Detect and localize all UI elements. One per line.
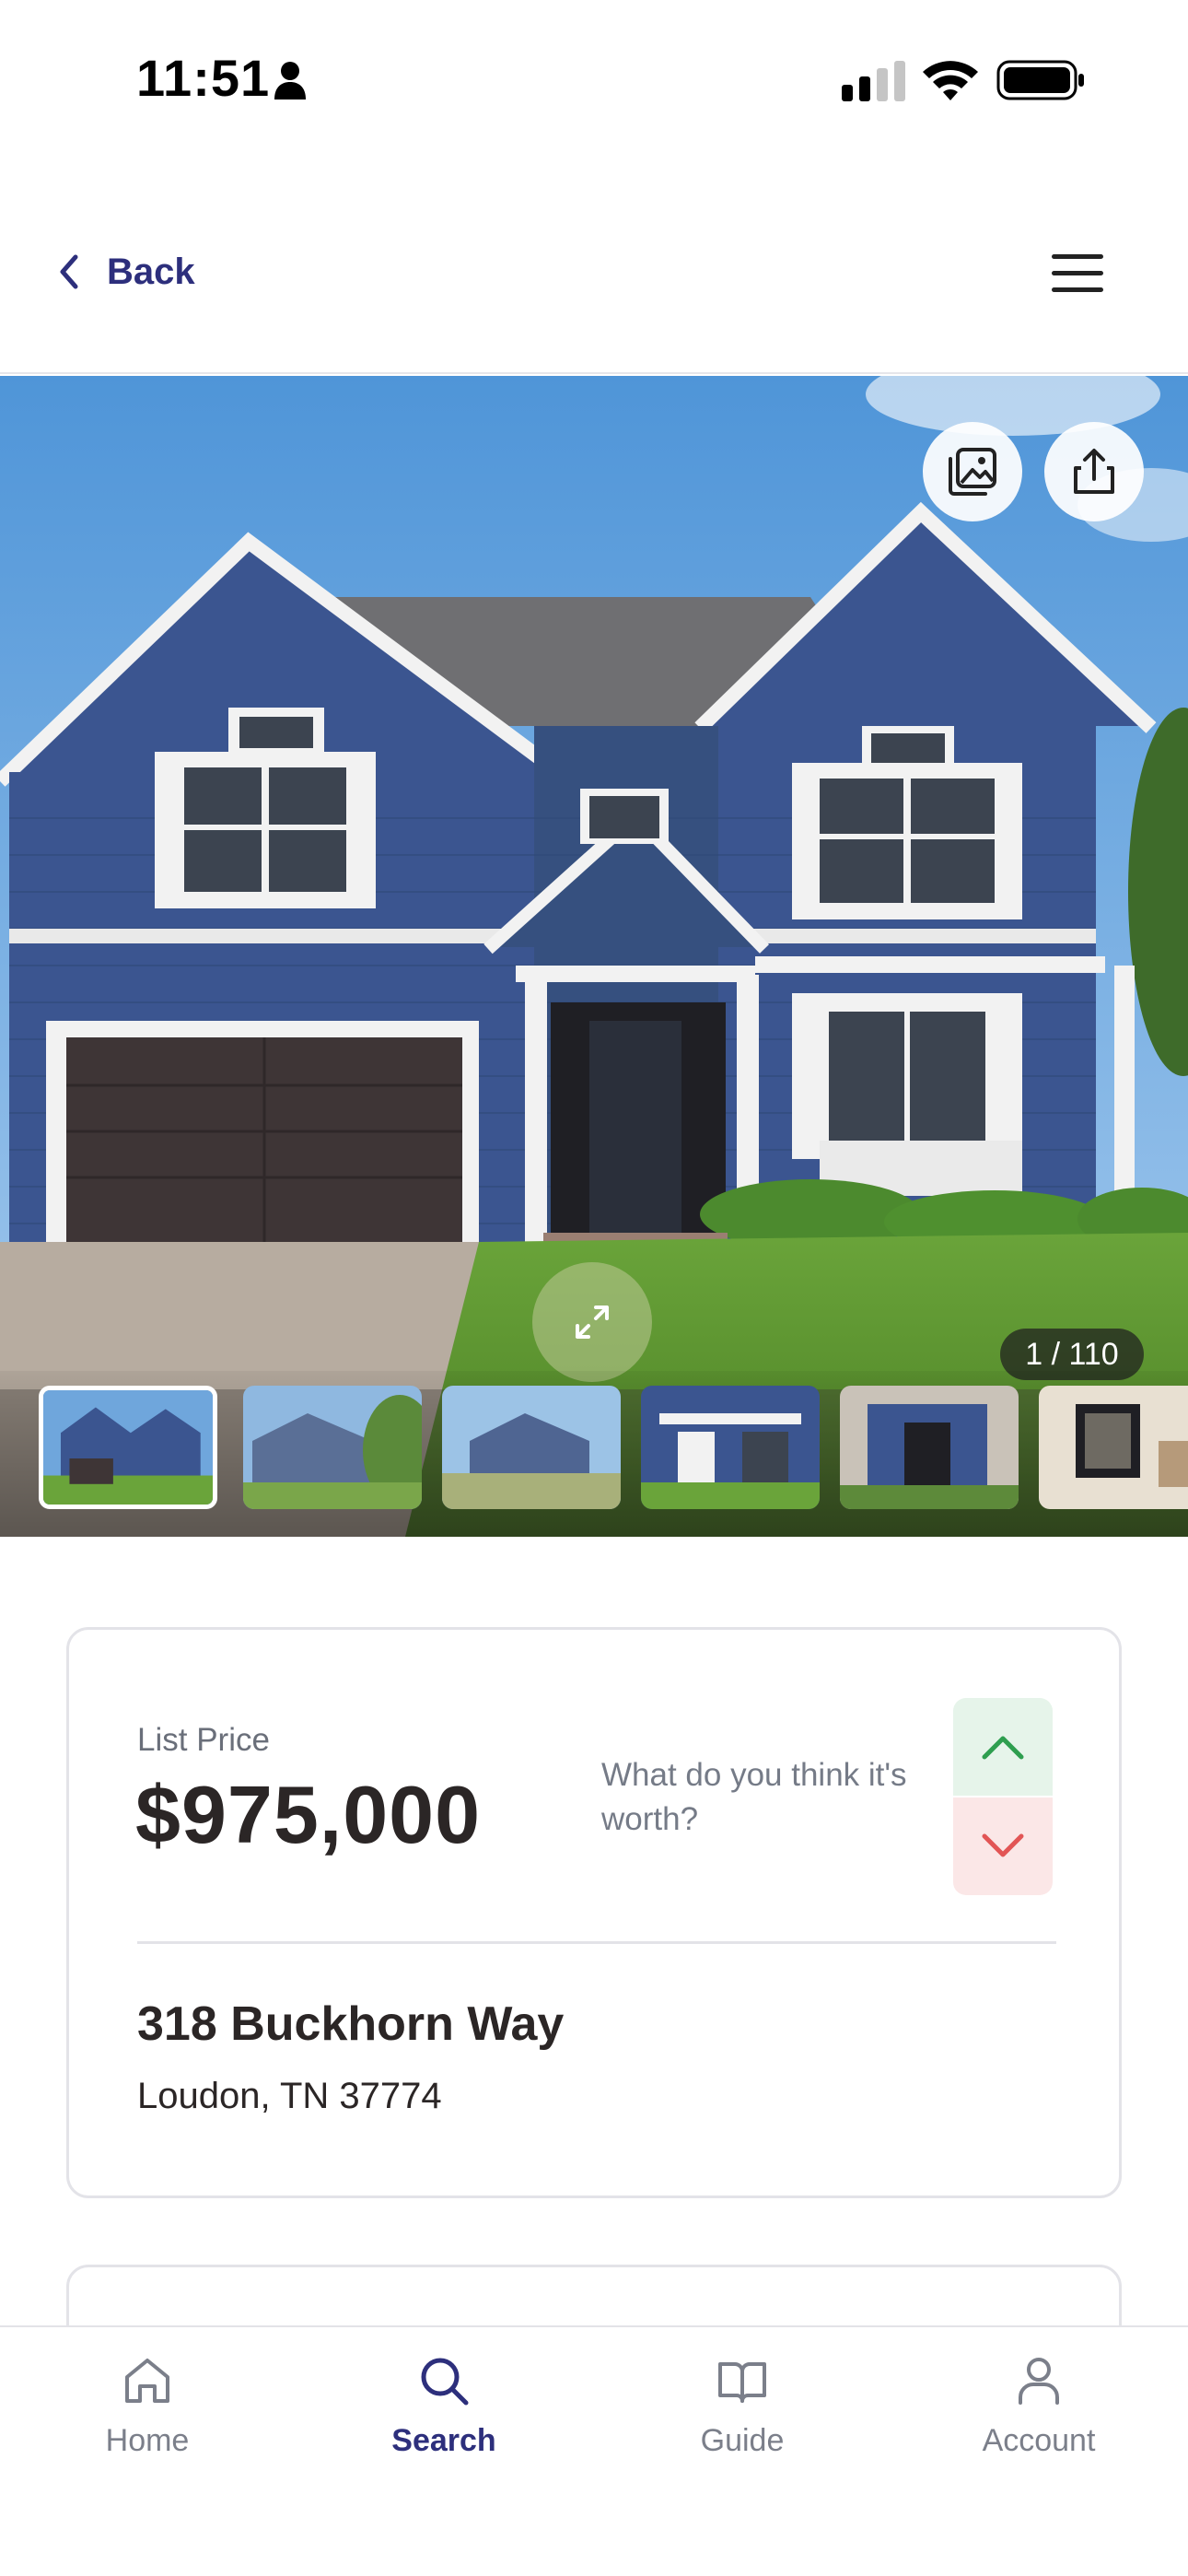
- status-time: 11:51: [136, 49, 271, 107]
- chevron-up-icon: [982, 1736, 1024, 1760]
- person-icon: [274, 62, 306, 100]
- status-bar: 11:51: [0, 0, 1188, 157]
- back-button[interactable]: Back: [55, 240, 195, 304]
- vote-up-button[interactable]: [953, 1698, 1053, 1796]
- tab-label: Guide: [700, 2423, 785, 2458]
- back-label: Back: [107, 251, 195, 292]
- vote-down-button[interactable]: [953, 1797, 1053, 1895]
- wifi-icon: [923, 61, 978, 100]
- address-street: 318 Buckhorn Way: [137, 1997, 565, 2051]
- nav-header: Back: [0, 212, 1188, 374]
- tab-account[interactable]: Account: [919, 2353, 1159, 2482]
- gallery-icon: [949, 448, 996, 496]
- tab-home[interactable]: Home: [28, 2353, 267, 2482]
- cellular-signal-icon: [842, 61, 905, 101]
- tab-label: Account: [982, 2423, 1096, 2458]
- list-price-label: List Price: [137, 1722, 270, 1758]
- thumbnail[interactable]: [1039, 1386, 1188, 1509]
- thumbnail[interactable]: [641, 1386, 820, 1509]
- tab-label: Search: [391, 2423, 496, 2458]
- search-icon: [421, 2358, 469, 2406]
- thumbnail-strip: [0, 1371, 1188, 1537]
- divider: [137, 1941, 1056, 1944]
- chevron-down-icon: [982, 1833, 1024, 1857]
- share-icon: [1074, 449, 1114, 494]
- user-icon: [1019, 2358, 1059, 2405]
- price-card: List Price $975,000 What do you think it…: [66, 1627, 1122, 2198]
- thumbnail[interactable]: [243, 1386, 422, 1509]
- thumbnail[interactable]: [442, 1386, 621, 1509]
- thumbnail[interactable]: [39, 1386, 217, 1509]
- listing-photo-gallery[interactable]: 1 / 110: [0, 376, 1188, 1537]
- worth-question: What do you think it's worth?: [601, 1757, 907, 1837]
- battery-icon: [996, 60, 1084, 100]
- address-city: Loudon, TN 37774: [137, 2076, 442, 2116]
- book-icon: [718, 2362, 766, 2403]
- share-button[interactable]: [1044, 422, 1144, 521]
- fullscreen-button[interactable]: [532, 1262, 652, 1382]
- tab-search[interactable]: Search: [324, 2353, 564, 2482]
- thumbnail[interactable]: [840, 1386, 1019, 1509]
- chevron-left-icon: [60, 254, 78, 289]
- photo-gallery-button[interactable]: [923, 422, 1022, 521]
- home-icon: [125, 2359, 169, 2403]
- tab-label: Home: [105, 2423, 190, 2458]
- tab-bar: Home Search Guide Account: [0, 2325, 1188, 2576]
- hamburger-menu-icon[interactable]: [1048, 249, 1107, 299]
- expand-icon: [576, 1306, 609, 1339]
- tab-guide[interactable]: Guide: [623, 2353, 862, 2482]
- list-price-value: $975,000: [135, 1769, 482, 1860]
